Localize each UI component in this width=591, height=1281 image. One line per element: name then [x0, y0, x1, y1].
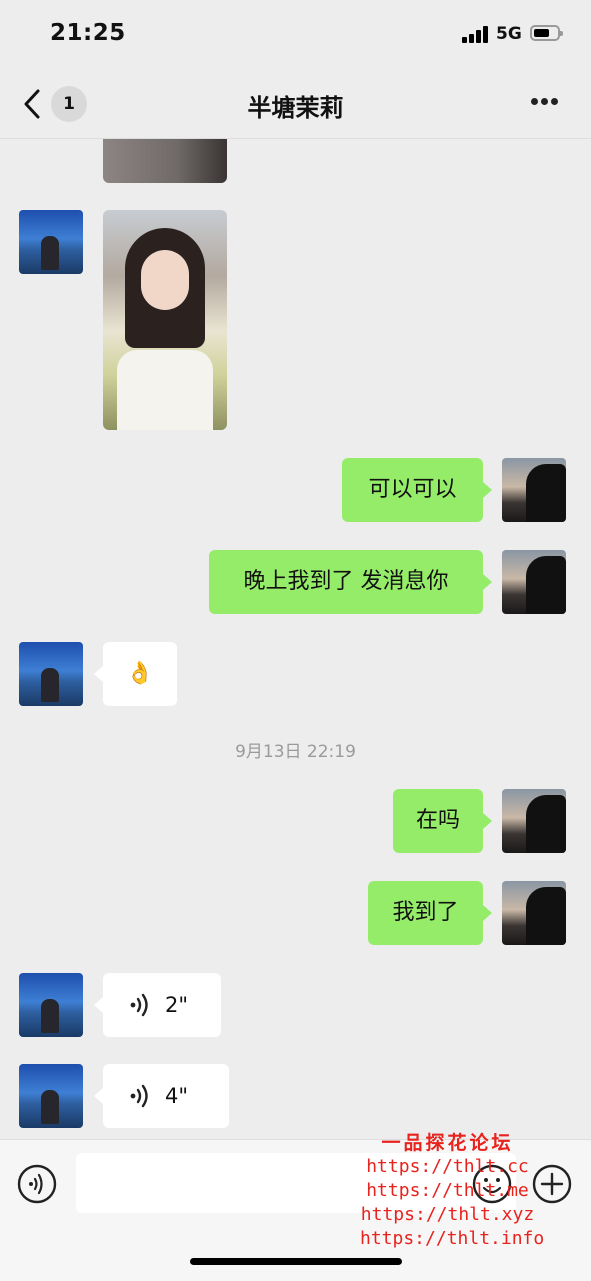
more-icon — [531, 98, 538, 105]
network-type: 5G — [496, 24, 522, 44]
voice-message-bubble[interactable]: 2" — [94, 973, 221, 1037]
status-time: 21:25 — [50, 20, 126, 46]
home-indicator[interactable] — [190, 1258, 402, 1265]
watermark: 一品探花论坛 https://thlt.cc https://thlt.me h… — [360, 1128, 545, 1251]
sent-message-bubble[interactable]: 可以可以 — [342, 458, 492, 522]
voice-wave-icon — [130, 993, 148, 1017]
watermark-url: https://thlt.me — [366, 1180, 529, 1201]
watermark-url: https://thlt.info — [360, 1228, 545, 1249]
battery-icon — [530, 25, 563, 41]
my-avatar[interactable] — [502, 550, 566, 614]
contact-avatar[interactable] — [19, 973, 83, 1037]
message-timestamp: 9月13日 22:19 — [235, 742, 356, 762]
signal-icon — [462, 26, 490, 43]
voice-input-button[interactable] — [17, 1164, 57, 1204]
voice-input-icon — [17, 1164, 57, 1204]
status-bar: 21:25 5G — [0, 0, 591, 70]
voice-duration: 4" — [165, 1084, 189, 1108]
sent-message-bubble[interactable]: 我到了 — [368, 881, 492, 945]
contact-avatar[interactable] — [19, 210, 83, 274]
plus-icon — [532, 1164, 572, 1204]
voice-message-bubble[interactable]: 4" — [94, 1064, 229, 1128]
watermark-title: 一品探花论坛 — [381, 1132, 514, 1154]
watermark-url: https://thlt.cc — [366, 1156, 529, 1177]
my-avatar[interactable] — [502, 789, 566, 853]
my-avatar[interactable] — [502, 458, 566, 522]
message-list[interactable]: 可以可以 晚上我到了 发消息你 👌 9月13日 22:19 在吗 我到了 2" … — [0, 139, 591, 1139]
received-emoji-bubble[interactable]: 👌 — [94, 642, 177, 706]
image-message[interactable] — [103, 210, 227, 430]
more-button[interactable] — [528, 98, 562, 108]
voice-duration: 2" — [165, 993, 189, 1017]
sent-message-bubble[interactable]: 在吗 — [393, 789, 492, 853]
chat-header: 1 半塘茉莉 — [0, 70, 591, 139]
my-avatar[interactable] — [502, 881, 566, 945]
image-message-partial[interactable] — [103, 139, 227, 183]
contact-avatar[interactable] — [19, 642, 83, 706]
contact-avatar[interactable] — [19, 1064, 83, 1128]
voice-wave-icon — [130, 1084, 148, 1108]
sent-message-bubble[interactable]: 晚上我到了 发消息你 — [209, 550, 492, 614]
chat-title: 半塘茉莉 — [247, 94, 344, 122]
more-functions-button[interactable] — [532, 1164, 572, 1204]
watermark-url: https://thlt.xyz — [360, 1204, 535, 1225]
